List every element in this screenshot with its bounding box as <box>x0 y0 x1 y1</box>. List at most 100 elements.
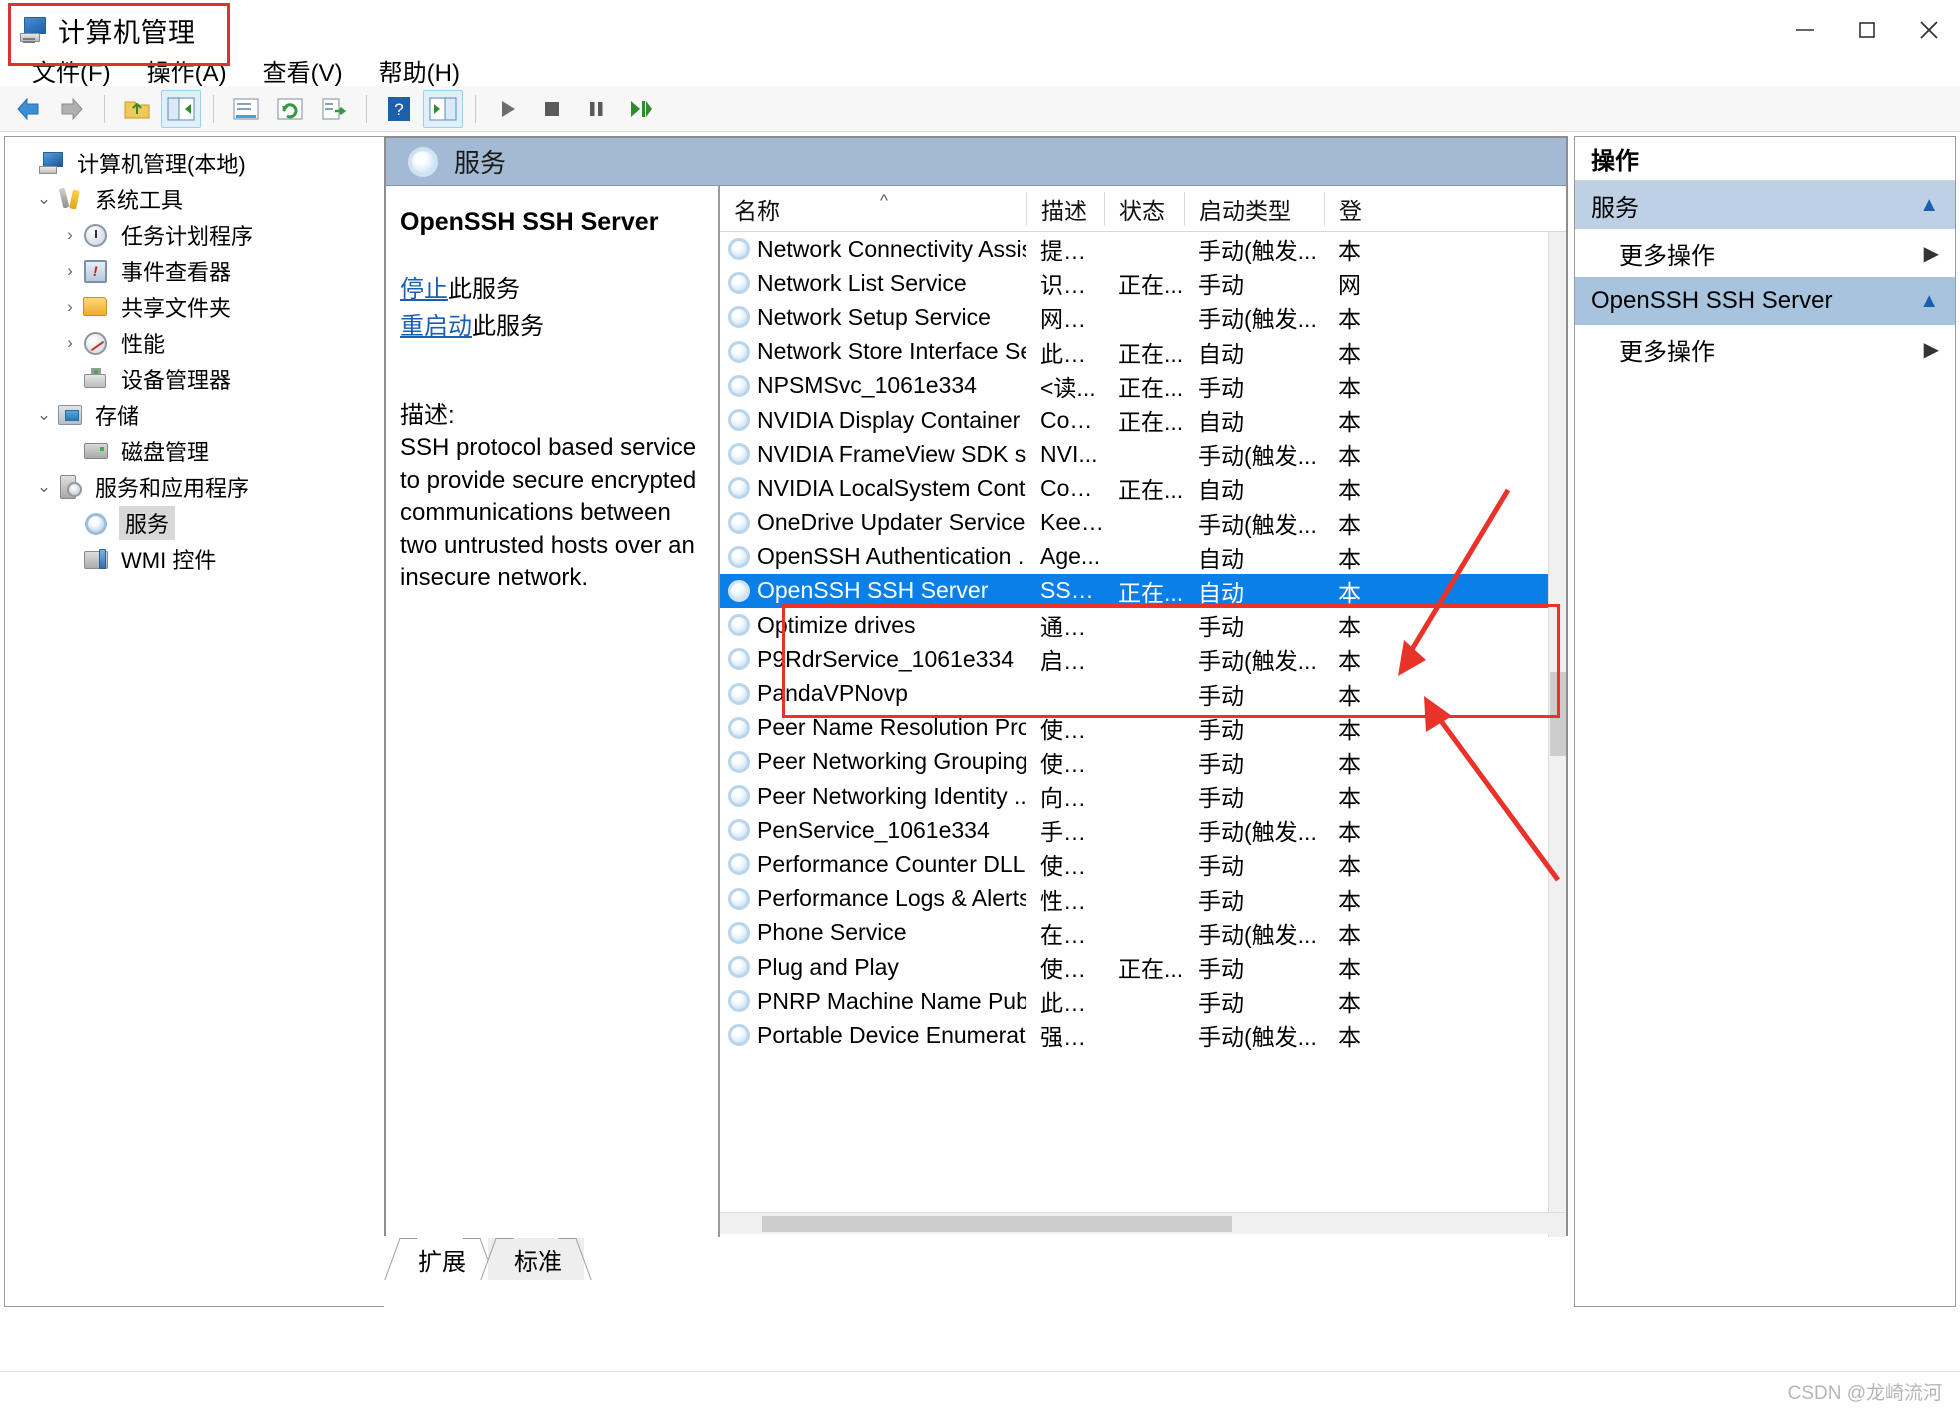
start-service-icon[interactable] <box>488 90 528 128</box>
table-row[interactable]: P9RdrService_1061e334 启用... 手动(触发... 本 <box>720 642 1566 676</box>
table-row[interactable]: Phone Service 在设... 手动(触发... 本 <box>720 916 1566 950</box>
tree-node-device-manager[interactable]: 设备管理器 <box>5 361 384 397</box>
tree-node-performance[interactable]: › 性能 <box>5 325 384 361</box>
table-row[interactable]: Network Setup Service 网络... 手动(触发... 本 <box>720 300 1566 334</box>
chevron-right-icon[interactable]: › <box>57 261 83 281</box>
tree-node-label: 设备管理器 <box>121 368 232 393</box>
export-list-icon[interactable] <box>314 90 354 128</box>
menu-help[interactable]: 帮助(H) <box>361 51 478 90</box>
show-hide-tree-icon[interactable] <box>161 89 201 128</box>
column-header-startup-type[interactable]: 启动类型 <box>1184 191 1324 226</box>
cell-startup-type: 手动 <box>1198 887 1244 914</box>
table-row[interactable]: Performance Logs & Alerts 性能... 手动 本 <box>720 882 1566 916</box>
tree-node-services-and-applications[interactable]: ⌄ 服务和应用程序 <box>5 469 384 505</box>
cell-name: Optimize drives <box>720 612 1026 639</box>
mmc-result-frame: 服务 OpenSSH SSH Server 停止此服务 重启动此服务 描述: S… <box>384 136 1568 1237</box>
chevron-right-icon[interactable]: › <box>57 297 83 317</box>
table-row[interactable]: NVIDIA FrameView SDK se... NVI... 手动(触发...… <box>720 437 1566 471</box>
stop-service-icon[interactable] <box>532 90 572 128</box>
table-row[interactable]: NVIDIA LocalSystem Conta... Cont... 正在... 自… <box>720 471 1566 505</box>
maximize-button[interactable] <box>1836 0 1898 60</box>
chevron-down-icon[interactable]: ⌄ <box>31 405 57 425</box>
horizontal-scroll-thumb[interactable] <box>762 1216 1232 1232</box>
properties-icon[interactable] <box>226 90 266 128</box>
tab-standard[interactable]: 标准 <box>480 1238 592 1280</box>
caret-up-icon[interactable]: ▲ <box>1919 290 1939 313</box>
cell-startup-type: 自动 <box>1198 409 1244 436</box>
storage-icon <box>57 403 85 427</box>
column-header-description[interactable]: 描述 <box>1026 191 1104 226</box>
table-row[interactable]: Network Connectivity Assis... 提供 ... 手动(触发… <box>720 232 1566 266</box>
svg-text:?: ? <box>394 100 403 119</box>
tab-extended[interactable]: 扩展 <box>384 1238 496 1280</box>
tree-node-services[interactable]: 服务 <box>5 505 384 541</box>
table-row[interactable]: Network Store Interface Se... 此服... 正在... 自… <box>720 335 1566 369</box>
column-header-name[interactable]: 名称 <box>720 192 1026 226</box>
table-row[interactable]: NPSMSvc_1061e334 <读... 正在... 手动 本 <box>720 369 1566 403</box>
table-row[interactable]: Plug and Play 使计... 正在... 手动 本 <box>720 950 1566 984</box>
actions-group-openssh-header[interactable]: OpenSSH SSH Server ▲ <box>1575 277 1955 325</box>
chevron-right-icon[interactable]: › <box>57 333 83 353</box>
chevron-down-icon[interactable]: ⌄ <box>31 189 57 209</box>
table-row[interactable]: OneDrive Updater Service Keep... 手动(触发... 本 <box>720 506 1566 540</box>
menu-action[interactable]: 操作(A) <box>129 51 245 90</box>
table-row[interactable]: OpenSSH SSH Server SSH ... 正在... 自动 本 <box>720 573 1566 609</box>
tree-node-disk-management[interactable]: 磁盘管理 <box>5 433 384 469</box>
table-row[interactable]: PNRP Machine Name Publ... 此服... 手动 本 <box>720 984 1566 1018</box>
tree-node-system-tools[interactable]: ⌄ 系统工具 <box>5 181 384 217</box>
tree-node-task-scheduler[interactable]: › 任务计划程序 <box>5 217 384 253</box>
table-row[interactable]: Peer Networking Grouping 使用... 手动 本 <box>720 745 1566 779</box>
table-row[interactable]: Peer Name Resolution Pro... 使用... 手动 本 <box>720 711 1566 745</box>
computer-icon <box>39 151 67 175</box>
table-row[interactable]: PenService_1061e334 手写... 手动(触发... 本 <box>720 813 1566 847</box>
tree-node-storage[interactable]: ⌄ 存储 <box>5 397 384 433</box>
back-icon[interactable] <box>8 90 48 128</box>
cell-name: Portable Device Enumerat... <box>720 1022 1026 1049</box>
actions-more-actions-services[interactable]: 更多操作 ▶ <box>1575 229 1955 277</box>
menu-view[interactable]: 查看(V) <box>245 51 361 90</box>
table-row[interactable]: PandaVPNovp 手动 本 <box>720 676 1566 710</box>
pause-service-icon[interactable] <box>576 90 616 128</box>
table-row[interactable]: OpenSSH Authentication ... Age... 自动 本 <box>720 540 1566 574</box>
restart-service-icon[interactable] <box>620 90 660 128</box>
table-row[interactable]: Peer Networking Identity ... 向对... 手动 本 <box>720 779 1566 813</box>
vertical-scroll-thumb[interactable] <box>1550 672 1566 756</box>
table-row[interactable]: Portable Device Enumerat... 强制... 手动(触发...… <box>720 1018 1566 1052</box>
cell-name: Performance Counter DLL ... <box>720 851 1026 878</box>
restart-service-link[interactable]: 重启动 <box>400 313 472 340</box>
actions-group-services-header[interactable]: 服务 ▲ <box>1575 181 1955 229</box>
minimize-button[interactable] <box>1774 0 1836 60</box>
service-name-text: Peer Name Resolution Pro... <box>757 714 1026 741</box>
menu-file[interactable]: 文件(F) <box>14 51 129 90</box>
table-row[interactable]: Network List Service 识别... 正在... 手动 网 <box>720 266 1566 300</box>
services-apps-icon <box>57 475 85 499</box>
stop-service-link[interactable]: 停止 <box>400 276 448 303</box>
help-icon[interactable]: ? <box>379 90 419 128</box>
table-row[interactable]: Optimize drives 通过... 手动 本 <box>720 608 1566 642</box>
show-action-pane-icon[interactable] <box>423 89 463 128</box>
vertical-scrollbar[interactable] <box>1548 232 1566 1237</box>
tree-node-event-viewer[interactable]: › 事件查看器 <box>5 253 384 289</box>
table-row[interactable]: Performance Counter DLL ... 使远... 手动 本 <box>720 847 1566 881</box>
chevron-down-icon[interactable]: ⌄ <box>31 477 57 497</box>
chevron-right-icon[interactable]: › <box>57 225 83 245</box>
column-header-logon-as[interactable]: 登 <box>1324 191 1384 226</box>
tree-node-shared-folders[interactable]: › 共享文件夹 <box>5 289 384 325</box>
actions-more-actions-openssh[interactable]: 更多操作 ▶ <box>1575 325 1955 373</box>
table-row[interactable]: NVIDIA Display Container LS Cont... 正在... 自… <box>720 403 1566 437</box>
cell-status: 正在... <box>1118 272 1184 299</box>
cell-description: 此服... <box>1040 990 1104 1017</box>
actions-group-label: OpenSSH SSH Server <box>1591 287 1833 314</box>
up-folder-icon[interactable] <box>117 90 157 128</box>
cell-description: 强制... <box>1040 1024 1104 1051</box>
tree-node-wmi-control[interactable]: WMI 控件 <box>5 541 384 577</box>
column-header-status[interactable]: 状态 <box>1104 191 1184 226</box>
caret-up-icon[interactable]: ▲ <box>1919 194 1939 217</box>
caret-right-icon: ▶ <box>1923 338 1939 361</box>
refresh-icon[interactable] <box>270 90 310 128</box>
tree-node-computer-management[interactable]: 计算机管理(本地) <box>5 145 384 181</box>
forward-icon[interactable] <box>52 90 92 128</box>
cell-name: Peer Networking Identity ... <box>720 783 1026 810</box>
close-button[interactable] <box>1898 0 1960 60</box>
horizontal-scrollbar[interactable] <box>720 1212 1566 1234</box>
